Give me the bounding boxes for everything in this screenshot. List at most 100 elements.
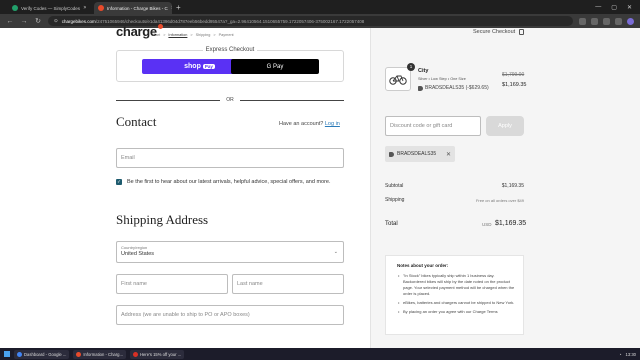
email-field[interactable]: Email [116, 148, 344, 168]
divider-line [239, 99, 344, 101]
product-thumbnail [385, 67, 411, 91]
forward-icon[interactable]: → [20, 18, 28, 25]
subtotal-label: Subtotal [385, 183, 404, 189]
minimize-icon[interactable]: — [595, 4, 601, 10]
tab-title: Verify Codes — SimplyCodes [21, 5, 81, 11]
secure-checkout-label: Secure Checkout [473, 29, 516, 35]
or-divider: OR [116, 96, 344, 104]
price-final: $1,169.35 [502, 82, 527, 88]
close-tab-icon[interactable]: ✕ [171, 5, 172, 11]
order-notes-list: "In Stock" bikes typically ship within 1… [392, 273, 517, 315]
logo-dot [157, 24, 163, 29]
clock[interactable]: 13:30 [626, 352, 636, 357]
logo-text: charge [116, 24, 157, 39]
discount-code-placeholder: Discount code or gift card [390, 123, 453, 129]
total-label: Total [385, 221, 398, 227]
google-pay-button[interactable]: G Pay [231, 59, 319, 74]
breadcrumb-payment: Payment [218, 33, 234, 37]
newsletter-checkbox[interactable]: ✓ [116, 179, 122, 185]
total-currency: USD [482, 222, 492, 227]
shipping-address-heading: Shipping Address [116, 212, 209, 227]
chrome-icon [76, 351, 82, 357]
tab-favicon-icon [98, 5, 104, 11]
breadcrumb: Cart > Information > Shipping > Payment [153, 33, 234, 37]
os-taskbar: Dashboard - Google ... Information - Cha… [0, 348, 640, 360]
bookmark-star-icon[interactable] [591, 17, 598, 25]
reload-icon[interactable]: ↻ [34, 17, 42, 25]
maximize-icon[interactable]: ▢ [611, 4, 617, 11]
shop-pay-badge: Pay [202, 64, 215, 69]
browser-tab-charge[interactable]: Information - Charge Bikes - C ✕ [94, 2, 172, 14]
tab-title: Information - Charge Bikes - C [107, 5, 168, 11]
breadcrumb-cart[interactable]: Cart [153, 33, 160, 37]
quantity-badge: 1 [407, 63, 415, 71]
list-item: eBikes, batteries and chargers cannot be… [398, 300, 517, 306]
tag-icon [418, 85, 423, 91]
windows-start-icon[interactable] [4, 351, 10, 357]
tag-icon [389, 151, 394, 157]
wifi-icon[interactable]: ◔ [619, 352, 622, 357]
contact-heading: Contact [116, 114, 157, 129]
or-label: OR [226, 97, 234, 103]
email-placeholder: Email [121, 155, 135, 161]
site-info-icon[interactable]: ⊙ [54, 18, 58, 24]
order-notes: Notes about your order: "In Stock" bikes… [385, 255, 524, 335]
country-value: United States [121, 251, 155, 257]
address-field[interactable]: Address (we are unable to ship to PO or … [116, 305, 344, 325]
discount-code-input[interactable]: Discount code or gift card [385, 116, 481, 136]
secure-checkout: Secure Checkout [473, 29, 525, 35]
shop-pay-label: shop [184, 63, 201, 70]
close-tab-icon[interactable]: ✕ [83, 5, 86, 11]
window-controls: — ▢ ✕ [595, 0, 640, 14]
express-checkout-title: Express Checkout [202, 47, 258, 53]
address-placeholder: Address (we are unable to ship to PO or … [121, 312, 250, 318]
url-path: /24751065946/checkouts/e1da41396d04d787e… [95, 18, 365, 24]
puzzle-icon[interactable] [615, 17, 622, 25]
browser-tab-simplycodes[interactable]: Verify Codes — SimplyCodes ✕ [8, 2, 86, 14]
url-host: chargebikes.com [61, 18, 96, 24]
last-name-field[interactable]: Last name [232, 274, 344, 294]
extension-icon[interactable] [603, 17, 610, 25]
newsletter-label[interactable]: Be the first to hear about our latest ar… [127, 178, 342, 186]
subtotal-value: $1,169.35 [501, 183, 524, 189]
taskbar-item-label: Information - Charg... [83, 351, 123, 357]
order-notes-title: Notes about your order: [397, 263, 449, 268]
list-item: "In Stock" bikes typically ship within 1… [398, 273, 517, 297]
close-window-icon[interactable]: ✕ [627, 4, 632, 11]
product-variant: Silver • Low Step • One Size [418, 77, 466, 81]
product-discount: BRADSDEALS35 (-$629.65) [418, 85, 489, 91]
last-name-placeholder: Last name [237, 281, 263, 287]
total-value: $1,169.35 [495, 220, 527, 227]
system-tray: ◔ 13:30 [619, 352, 636, 357]
login-link[interactable]: Log in [325, 121, 340, 127]
chevron-down-icon: ⌄ [333, 249, 338, 255]
country-select[interactable]: Country/region United States ⌄ [116, 241, 344, 263]
taskbar-item-label: Here's 15% off your ... [139, 351, 182, 357]
profile-avatar[interactable] [627, 17, 634, 25]
applied-code-chip: BRADSDEALS35 ✕ [385, 146, 455, 162]
chrome-icon [17, 351, 22, 357]
product-name: City [418, 68, 429, 74]
chevron-right-icon: > [190, 33, 193, 37]
taskbar-item[interactable]: Dashboard - Google ... [14, 349, 70, 359]
chevron-right-icon: > [163, 33, 166, 37]
applied-code-label: BRADSDEALS35 [397, 151, 437, 157]
first-name-placeholder: First name [121, 281, 147, 287]
taskbar-item-label: Dashboard - Google ... [24, 351, 67, 357]
breadcrumb-information: Information [168, 33, 188, 37]
first-name-field[interactable]: First name [116, 274, 228, 294]
country-label: Country/region [121, 245, 148, 250]
divider-line [116, 99, 221, 101]
back-icon[interactable]: ← [6, 18, 14, 25]
taskbar-item[interactable]: Information - Charg... [73, 349, 126, 359]
translate-icon[interactable] [579, 17, 586, 25]
lock-icon [519, 29, 525, 35]
have-account-text: Have an account? Log in [279, 121, 340, 127]
taskbar-item[interactable]: Here's 15% off your ... [129, 349, 185, 359]
shipping-value: Free on all orders over $49 [475, 198, 524, 203]
bike-icon [389, 75, 407, 85]
remove-code-icon[interactable]: ✕ [446, 151, 451, 158]
new-tab-button[interactable]: + [176, 2, 181, 14]
chevron-right-icon: > [213, 33, 216, 37]
apply-button[interactable]: Apply [486, 116, 524, 136]
